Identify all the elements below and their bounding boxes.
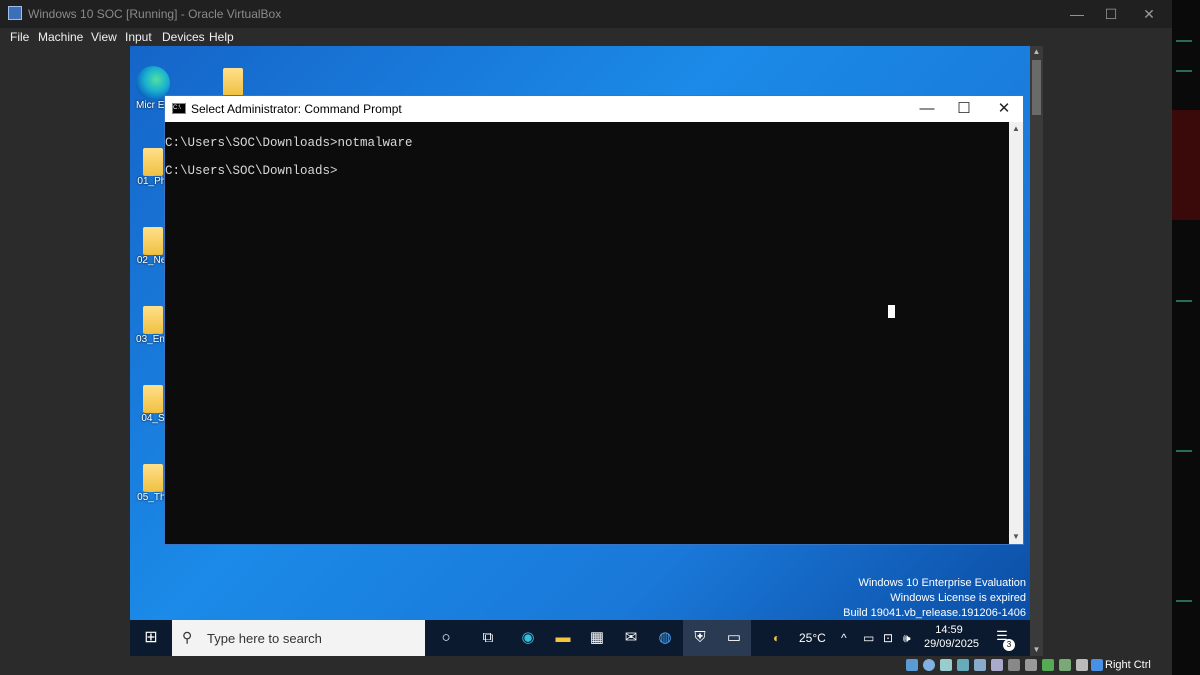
hard-disk-icon[interactable] [906,659,918,671]
windows-logo-icon: ⊞ [144,629,158,646]
watermark-line: Windows License is expired [890,592,1026,604]
close-button[interactable]: ✕ [1126,0,1172,28]
scroll-thumb[interactable] [1032,60,1041,115]
virtualbox-app-icon [8,6,22,20]
folder-icon [143,227,163,255]
vbox-status-bar: Right Ctrl [0,656,1172,675]
menu-bar: File Machine View Input Devices Help [0,28,1172,46]
command-prompt-icon[interactable]: ▭ [717,620,751,656]
network-icon[interactable]: ⊡ [883,620,893,656]
cmd-minimize-button[interactable]: — [907,96,947,122]
recording-icon[interactable] [1025,659,1037,671]
watermark-line: Windows 10 Enterprise Evaluation [858,577,1026,589]
window-title: Windows 10 SOC [Running] - Oracle Virtua… [28,7,282,21]
activation-watermark: Windows 10 Enterprise Evaluation Windows… [843,576,1026,621]
folder-icon [143,385,163,413]
cmd-title: Select Administrator: Command Prompt [191,102,402,116]
menu-view[interactable]: View [91,30,117,44]
host-background-line [1176,70,1192,72]
mail-icon[interactable]: ✉ [614,620,648,656]
cmd-maximize-button[interactable]: ☐ [944,96,984,122]
guest-screen[interactable]: Micr Ed 01_Phi 02_Net 03_Enc 04_S 05_Thr… [130,46,1030,656]
virtualbox-window: Windows 10 SOC [Running] - Oracle Virtua… [0,0,1172,675]
folder-icon [143,306,163,334]
search-icon: ⚲ [182,629,193,645]
console-output[interactable]: C:\Users\SOC\Downloads>notmalware C:\Use… [165,122,1010,544]
chevron-up-icon[interactable]: ^ [841,620,847,656]
usb-icon[interactable] [974,659,986,671]
taskbar-clock[interactable]: 14:59 29/09/2025 [924,623,980,651]
watermark-line: Build 19041.vb_release.191206-1406 [843,607,1026,619]
command-prompt-icon: C:\ [172,103,186,114]
edge-icon[interactable]: ◉ [511,620,545,656]
menu-help[interactable]: Help [209,30,234,44]
command-prompt-window[interactable]: C:\ Select Administrator: Command Prompt… [164,95,1024,545]
menu-devices[interactable]: Devices [162,30,205,44]
clock-time: 14:59 [935,624,963,636]
host-background-line [1176,600,1192,602]
clock-date: 29/09/2025 [924,638,980,650]
cmd-scrollbar[interactable]: ▲ ▼ [1009,122,1023,544]
menu-input[interactable]: Input [125,30,152,44]
start-button[interactable]: ⊞ [130,620,172,656]
search-placeholder: Type here to search [207,631,322,646]
scroll-up-arrow-icon[interactable]: ▲ [1030,46,1043,58]
network-adapter-icon[interactable] [957,659,969,671]
cortana-icon[interactable]: ○ [429,620,463,656]
defender-icon[interactable]: ◍ [648,620,682,656]
taskbar: ⊞ ⚲ Type here to search ○ ⧉ ◉ ▬ ▦ ✉ ◍ ⛨ … [130,620,1030,656]
host-background-line [1176,300,1192,302]
notification-badge: 3 [1003,639,1015,651]
cpu-icon[interactable] [1042,659,1054,671]
host-background-accent [1172,110,1200,220]
store-icon[interactable]: ▦ [580,620,614,656]
menu-machine[interactable]: Machine [38,30,83,44]
text-cursor [888,305,895,318]
volume-icon[interactable]: 🕪 [903,620,911,656]
desktop-icon-folder[interactable] [210,68,256,96]
vm-scrollbar[interactable]: ▲ ▼ [1030,46,1043,656]
folder-icon [143,464,163,492]
task-view-icon[interactable]: ⧉ [471,620,505,656]
console-line: C:\Users\SOC\Downloads>notmalware [165,136,413,150]
notification-center-icon[interactable]: ☰ 3 [991,628,1015,651]
scroll-down-arrow-icon[interactable]: ▼ [1009,530,1023,544]
weather-icon[interactable]: ◐ [773,620,780,656]
cmd-titlebar[interactable]: C:\ Select Administrator: Command Prompt… [165,96,1023,122]
host-background-line [1176,450,1192,452]
host-key-label: Right Ctrl [1105,659,1151,671]
folder-icon [143,148,163,176]
menu-file[interactable]: File [10,30,29,44]
folder-icon [223,68,243,96]
host-background-line [1176,40,1192,42]
weather-temperature[interactable]: 25°C [799,620,826,656]
cmd-close-button[interactable]: ✕ [984,96,1024,122]
battery-icon[interactable]: ▭ [863,620,874,656]
scroll-up-arrow-icon[interactable]: ▲ [1009,122,1023,136]
security-icon[interactable]: ⛨ [683,620,717,656]
shared-folders-icon[interactable] [991,659,1003,671]
optical-drive-icon[interactable] [923,659,935,671]
console-line: C:\Users\SOC\Downloads> [165,164,338,178]
virtualbox-titlebar: Windows 10 SOC [Running] - Oracle Virtua… [0,0,1172,28]
host-desktop-background [1172,0,1200,675]
vtx-icon[interactable] [1059,659,1071,671]
scroll-down-arrow-icon[interactable]: ▼ [1030,644,1043,656]
audio-icon[interactable] [940,659,952,671]
display-icon[interactable] [1008,659,1020,671]
mouse-integration-icon[interactable] [1076,659,1088,671]
file-explorer-icon[interactable]: ▬ [546,620,580,656]
keyboard-capture-icon[interactable] [1091,659,1103,671]
taskbar-search[interactable]: ⚲ Type here to search [172,620,425,656]
